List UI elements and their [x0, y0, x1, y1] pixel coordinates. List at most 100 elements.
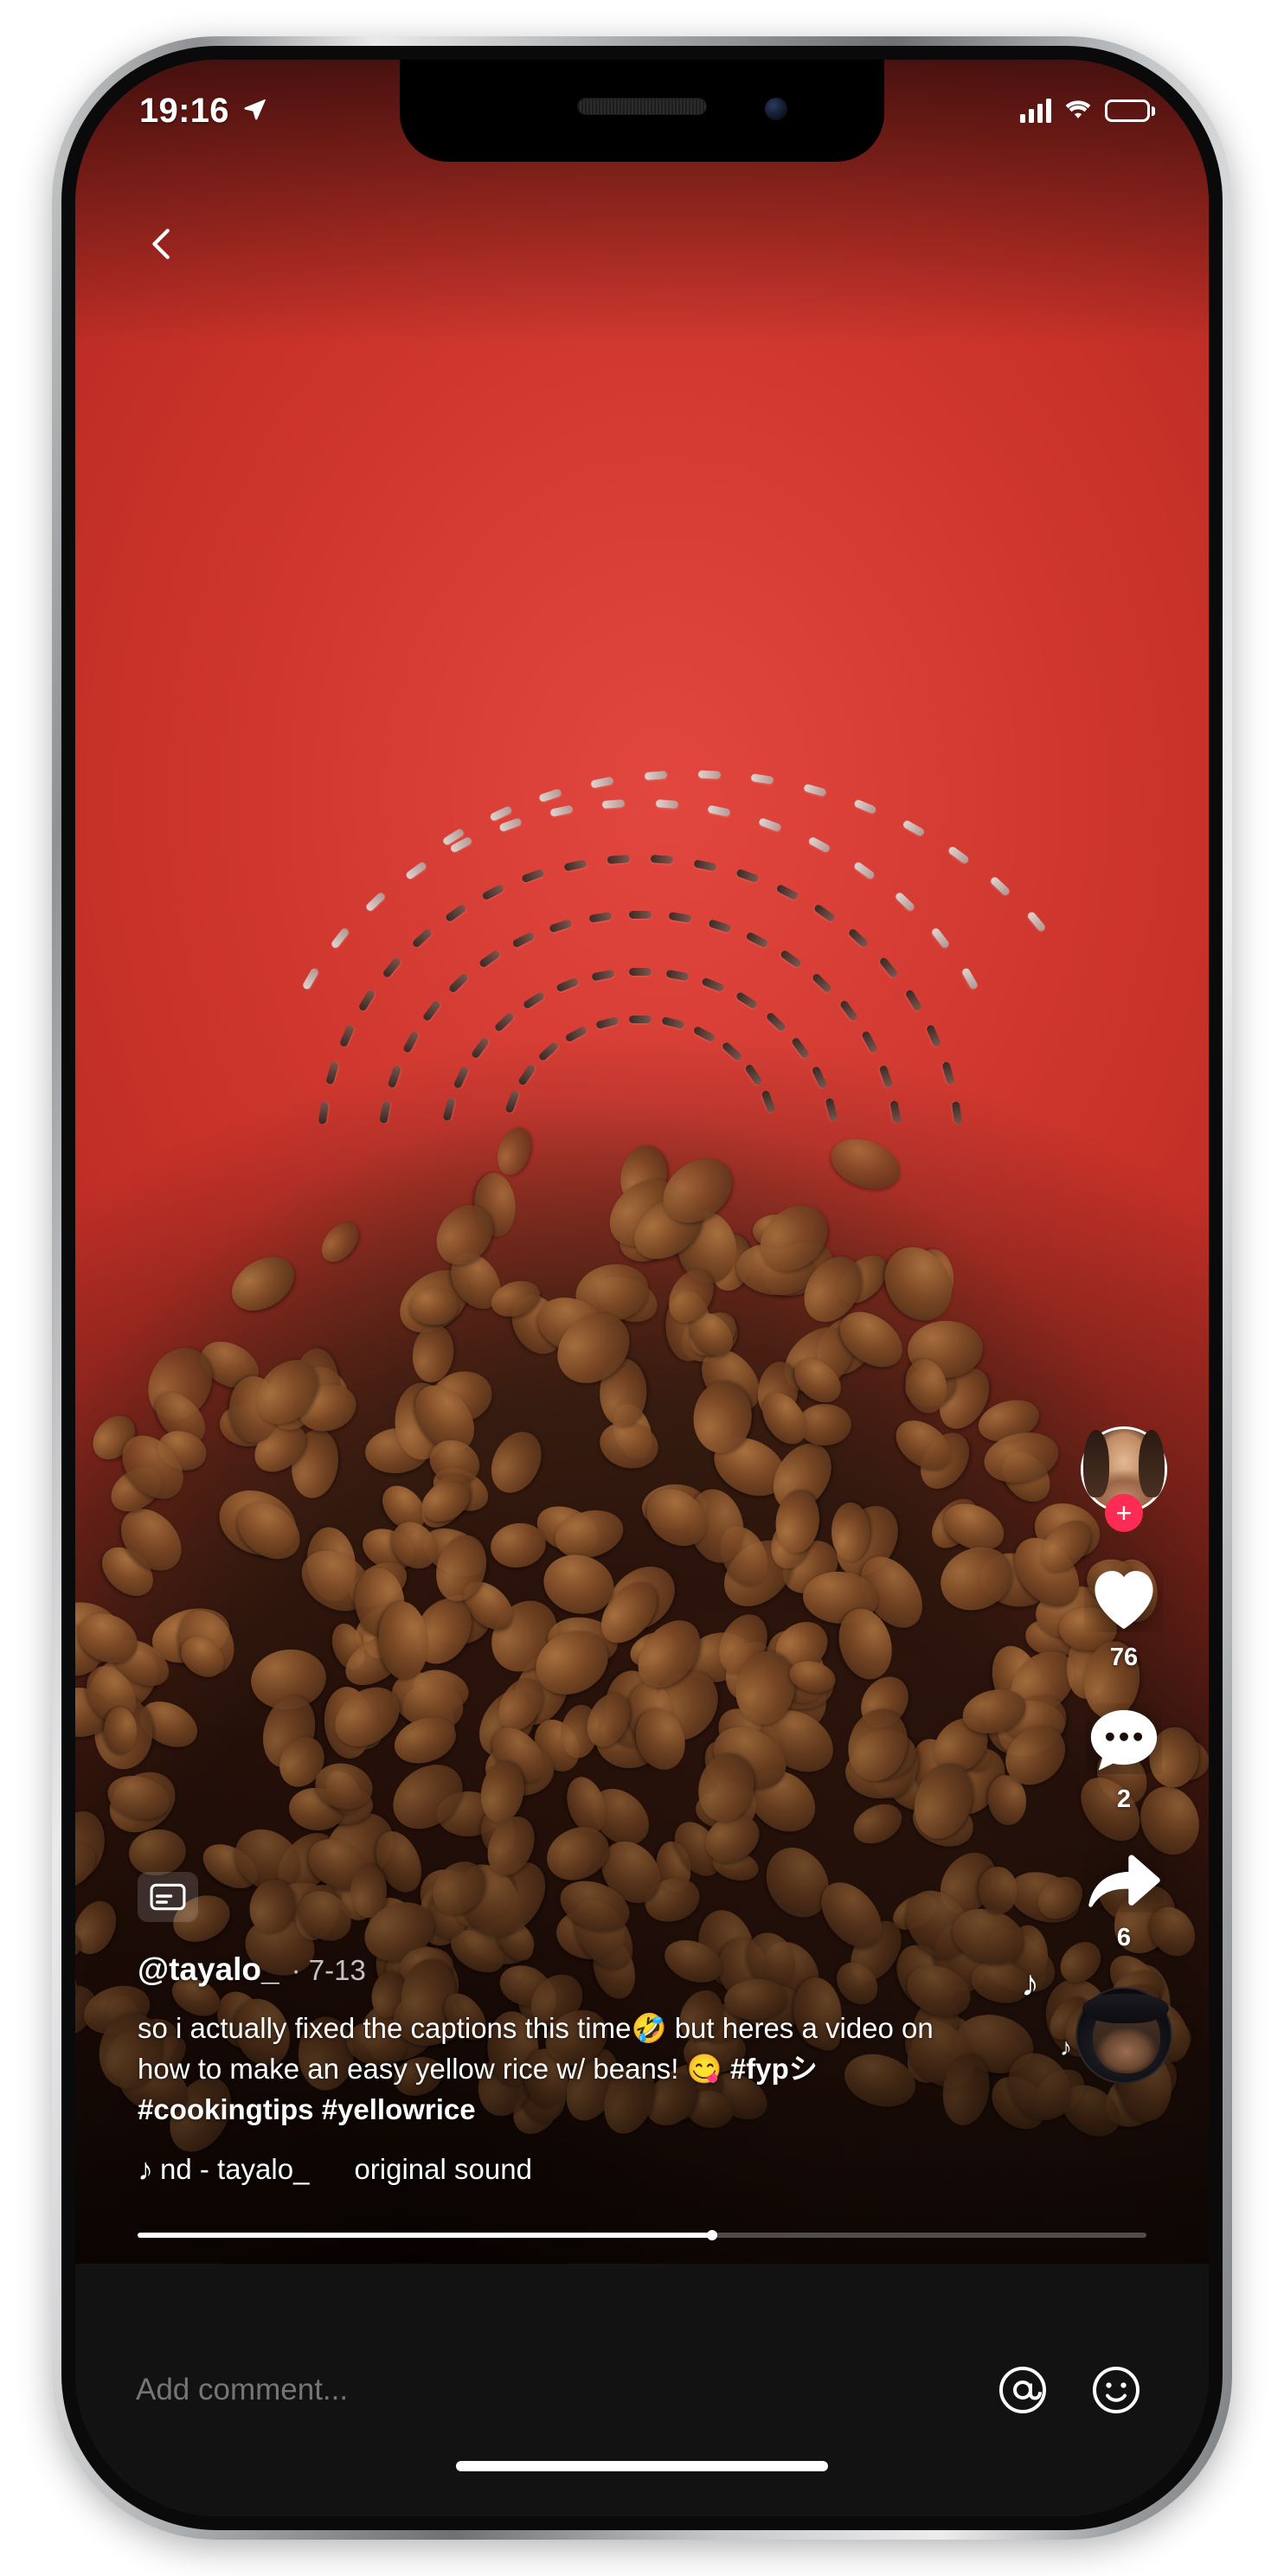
colander-hole — [549, 804, 574, 817]
colander-hole — [511, 931, 536, 949]
colander-hole — [877, 956, 899, 979]
colander-hole — [692, 1025, 716, 1043]
colander-hole — [521, 868, 546, 884]
share-button[interactable]: 6 — [1084, 1845, 1164, 1952]
colander-hole — [591, 969, 615, 982]
colander-hole — [595, 1016, 620, 1029]
share-arrow-icon — [1084, 1845, 1164, 1917]
colander-hole — [421, 999, 442, 1022]
status-bar-left: 19:16 — [139, 92, 267, 131]
like-button[interactable]: 76 — [1084, 1561, 1164, 1672]
video-progress-fill — [138, 2230, 717, 2240]
colander-hole — [517, 1062, 537, 1086]
colander-hole — [629, 1015, 652, 1023]
colander-hole — [607, 855, 631, 865]
colander-hole — [330, 926, 350, 950]
author-handle[interactable]: @tayalo_ — [138, 1951, 279, 1988]
back-button[interactable] — [125, 208, 200, 283]
colander-hole — [563, 859, 587, 872]
colander-hole — [325, 1061, 339, 1086]
status-bar: 19:16 — [75, 60, 1209, 162]
colander-hole — [498, 817, 523, 832]
colander-hole — [852, 860, 876, 881]
colander-hole — [803, 783, 827, 798]
chevron-left-icon — [143, 224, 183, 268]
colander-hole — [665, 969, 690, 982]
colander-hole — [387, 1064, 402, 1088]
home-indicator[interactable] — [456, 2461, 828, 2471]
like-count: 76 — [1109, 1644, 1139, 1671]
floating-music-note-icon-2: ♪ — [1060, 2034, 1072, 2060]
location-arrow-icon — [241, 96, 267, 126]
colander-hole — [701, 977, 726, 993]
emoji-smiley-icon[interactable] — [1084, 2358, 1148, 2422]
colander-hole — [401, 1030, 420, 1054]
colander-hole — [693, 859, 717, 872]
colander-hole — [405, 860, 428, 881]
colander-hole — [504, 1090, 520, 1114]
colander-hole — [588, 912, 613, 924]
colander-hole — [318, 1100, 329, 1125]
colander-hole — [765, 1010, 787, 1033]
comment-button[interactable]: 2 — [1086, 1703, 1162, 1814]
music-title-secondary: original sound — [354, 2153, 532, 2185]
colander-hole — [707, 804, 732, 817]
creator-avatar-wrap[interactable]: + — [1081, 1426, 1167, 1532]
colander-hole — [889, 1099, 902, 1125]
phone-screen: 19:16 + 76 2 6 ♪ ♪ @tayalo_ · 7-13 so i … — [75, 60, 1209, 2516]
bean — [222, 1245, 305, 1322]
comment-input[interactable] — [136, 2373, 961, 2407]
comment-count: 2 — [1116, 1785, 1132, 1813]
colander-hole — [812, 902, 837, 923]
colander-hole — [941, 1061, 955, 1086]
hashtag-fyp[interactable]: #fypシ — [730, 2053, 818, 2085]
music-note-icon: ♪ — [138, 2151, 153, 2187]
colander-hole — [790, 1035, 811, 1060]
status-bar-right — [1020, 98, 1155, 125]
bean — [930, 1535, 1024, 1622]
colander-hole — [442, 1098, 456, 1122]
battery-full-icon — [1105, 99, 1155, 122]
colander-hole — [853, 798, 878, 815]
colander-hole — [838, 999, 858, 1022]
follow-button[interactable]: + — [1105, 1494, 1143, 1532]
colander-hole — [811, 972, 833, 994]
colander-hole — [644, 771, 668, 781]
colander-hole — [861, 1030, 879, 1054]
colander-hole — [489, 804, 513, 823]
share-count: 6 — [1116, 1924, 1132, 1951]
colander-hole — [549, 919, 574, 933]
colander-hole — [301, 966, 320, 990]
colander-hole — [806, 836, 831, 854]
author-row: @tayalo_ · 7-13 — [138, 1951, 1001, 1988]
sound-disc-hat — [1082, 1994, 1169, 2023]
video-progress-bar[interactable] — [138, 2230, 1146, 2240]
colander-hole — [555, 977, 580, 993]
colander-hole — [930, 926, 951, 950]
video-progress-knob[interactable] — [706, 2230, 717, 2240]
colander-hole — [338, 1023, 356, 1048]
at-mention-icon[interactable] — [991, 2358, 1055, 2422]
colander-hole — [697, 770, 721, 779]
colander-hole — [478, 949, 501, 970]
colander-hole — [364, 891, 387, 913]
post-date: · 7-13 — [291, 1954, 366, 1987]
colander-hole — [564, 1025, 588, 1043]
music-row[interactable]: ♪ nd - tayalo_ original sound — [138, 2151, 916, 2188]
colander-hole — [538, 788, 563, 803]
colander-hole — [470, 1035, 491, 1060]
bean — [871, 1234, 966, 1333]
bean — [823, 1130, 908, 1199]
caption-text[interactable]: so i actually fixed the captions this ti… — [138, 2009, 951, 2131]
hashtag-cookingtips[interactable]: #cookingtips — [138, 2093, 314, 2125]
colander-hole — [493, 1010, 516, 1033]
colander-hole — [780, 949, 803, 970]
colander-hole — [668, 912, 692, 924]
sound-disc[interactable] — [1075, 1987, 1172, 2084]
hashtag-yellowrice[interactable]: #yellowrice — [322, 2093, 476, 2125]
closed-captions-icon[interactable] — [138, 1872, 198, 1923]
colander-hole — [481, 883, 505, 901]
colander-hole — [761, 1090, 777, 1114]
cellular-signal-icon — [1020, 99, 1051, 123]
colander-hole — [537, 1041, 560, 1062]
